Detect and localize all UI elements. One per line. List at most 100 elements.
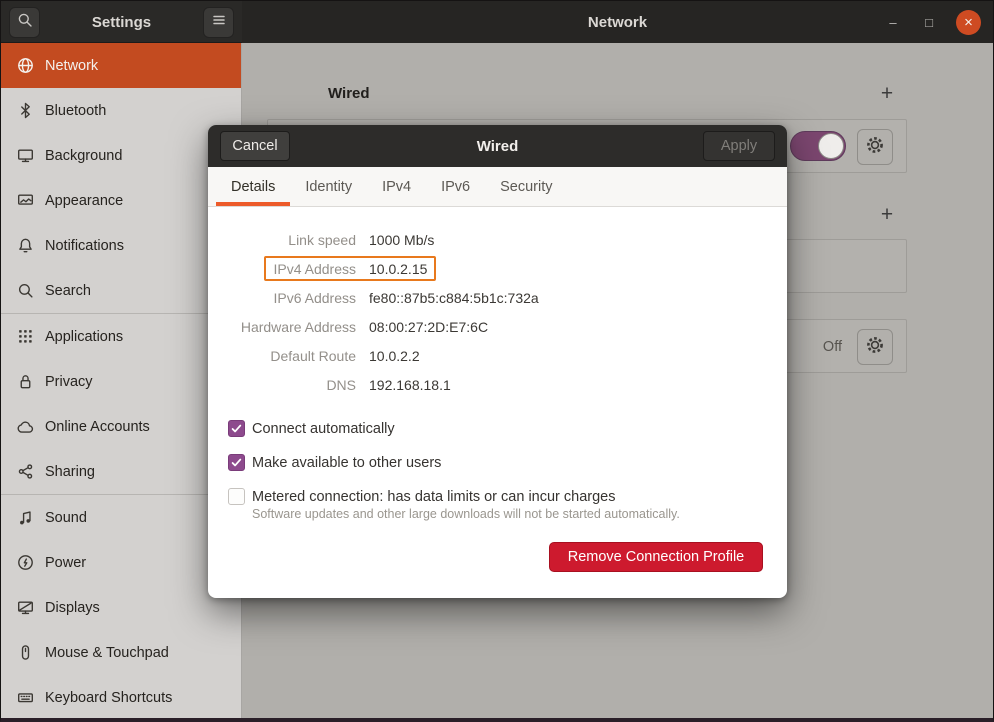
- gear-icon: [864, 134, 886, 161]
- displays-icon: [17, 599, 34, 616]
- tab-details[interactable]: Details: [216, 167, 290, 206]
- online-accounts-icon: [17, 418, 34, 435]
- detail-label: DNS: [228, 377, 356, 393]
- settings-window: Settings Network – □ × Network Bluetooth B…: [0, 0, 994, 722]
- sidebar-item-label: Mouse & Touchpad: [45, 645, 169, 661]
- sidebar-item-mouse-touchpad[interactable]: Mouse & Touchpad: [1, 630, 241, 675]
- detail-label: IPv6 Address: [228, 290, 356, 306]
- sidebar: Network Bluetooth Background Appearance Noti…: [1, 43, 242, 718]
- checkbox-row-connect-automatically[interactable]: Connect automatically: [228, 418, 767, 440]
- add-vpn-icon[interactable]: +: [876, 204, 898, 226]
- sidebar-item-privacy[interactable]: Privacy: [1, 359, 241, 404]
- checkbox-unchecked-icon[interactable]: [228, 488, 245, 505]
- sidebar-item-label: Applications: [45, 329, 123, 345]
- maximize-button[interactable]: □: [920, 15, 938, 30]
- sidebar-item-keyboard-shortcuts[interactable]: Keyboard Shortcuts: [1, 675, 241, 718]
- checkbox-checked-icon[interactable]: [228, 454, 245, 471]
- sidebar-item-applications[interactable]: Applications: [1, 314, 241, 359]
- sidebar-item-background[interactable]: Background: [1, 133, 241, 178]
- checkbox-row-make-available-to-other-users[interactable]: Make available to other users: [228, 452, 767, 474]
- page-title: Network: [242, 1, 993, 43]
- sidebar-item-sharing[interactable]: Sharing: [1, 449, 241, 494]
- sidebar-item-label: Notifications: [45, 238, 124, 254]
- checkbox-row-metered-connection-has-data-li[interactable]: Metered connection: has data limits or c…: [228, 486, 767, 521]
- detail-value: fe80::87b5:c884:5b1c:732a: [369, 290, 539, 306]
- sidebar-item-appearance[interactable]: Appearance: [1, 178, 241, 223]
- hamburger-icon: [211, 12, 227, 33]
- sidebar-item-label: Network: [45, 58, 98, 74]
- sidebar-item-label: Sound: [45, 510, 87, 526]
- sidebar-item-sound[interactable]: Sound: [1, 495, 241, 540]
- dialog-headerbar: Wired Cancel Apply: [208, 125, 787, 167]
- sidebar-item-online-accounts[interactable]: Online Accounts: [1, 404, 241, 449]
- sidebar-item-label: Search: [45, 283, 91, 299]
- tab-ipv4[interactable]: IPv4: [367, 167, 426, 206]
- sharing-icon: [17, 463, 34, 480]
- proxy-settings-button[interactable]: [857, 329, 893, 365]
- detail-label: Link speed: [228, 232, 356, 248]
- toggle-knob: [818, 133, 844, 159]
- sidebar-item-label: Appearance: [45, 193, 123, 209]
- sidebar-item-label: Keyboard Shortcuts: [45, 690, 172, 706]
- gear-icon: [864, 334, 886, 361]
- sidebar-item-label: Displays: [45, 600, 100, 616]
- detail-value: 10.0.2.15: [369, 261, 427, 277]
- tab-identity[interactable]: Identity: [290, 167, 367, 206]
- minimize-button[interactable]: –: [884, 15, 902, 30]
- main-headerbar: Network – □ ×: [242, 1, 993, 43]
- sidebar-item-bluetooth[interactable]: Bluetooth: [1, 88, 241, 133]
- checkbox-text: Connect automatically: [252, 418, 395, 440]
- sidebar-item-power[interactable]: Power: [1, 540, 241, 585]
- network-icon: [17, 57, 34, 74]
- dialog-title: Wired: [208, 125, 787, 167]
- checkbox-text: Metered connection: has data limits or c…: [252, 486, 680, 521]
- checkbox-checked-icon[interactable]: [228, 420, 245, 437]
- cancel-button[interactable]: Cancel: [220, 131, 290, 161]
- detail-label: Default Route: [228, 348, 356, 364]
- wired-toggle[interactable]: [790, 131, 846, 161]
- search-icon: [17, 282, 34, 299]
- menu-button[interactable]: [203, 7, 234, 38]
- background-icon: [17, 147, 34, 164]
- detail-row-ipv4-address: IPv4 Address 10.0.2.15: [228, 254, 767, 283]
- proxy-status: Off: [823, 320, 842, 374]
- titlebar: Settings Network – □ ×: [1, 1, 993, 43]
- remove-connection-button[interactable]: Remove Connection Profile: [549, 542, 763, 572]
- close-button[interactable]: ×: [956, 10, 981, 35]
- sidebar-item-label: Online Accounts: [45, 419, 150, 435]
- sidebar-item-label: Bluetooth: [45, 103, 106, 119]
- apply-button[interactable]: Apply: [703, 131, 775, 161]
- detail-label: IPv4 Address: [228, 261, 356, 277]
- detail-value: 1000 Mb/s: [369, 232, 434, 248]
- detail-label: Hardware Address: [228, 319, 356, 335]
- privacy-icon: [17, 373, 34, 390]
- add-wired-connection-icon[interactable]: +: [876, 83, 898, 105]
- wired-section-title: Wired: [328, 85, 370, 102]
- sidebar-item-label: Background: [45, 148, 122, 164]
- tab-security[interactable]: Security: [485, 167, 567, 206]
- sidebar-item-label: Sharing: [45, 464, 95, 480]
- sidebar-item-notifications[interactable]: Notifications: [1, 223, 241, 268]
- bluetooth-icon: [17, 102, 34, 119]
- power-icon: [17, 554, 34, 571]
- sidebar-item-search[interactable]: Search: [1, 268, 241, 313]
- sidebar-item-network[interactable]: Network: [1, 43, 241, 88]
- detail-value: 10.0.2.2: [369, 348, 420, 364]
- notifications-icon: [17, 237, 34, 254]
- detail-row-hardware-address: Hardware Address08:00:27:2D:E7:6C: [228, 312, 767, 341]
- checkbox-label: Connect automatically: [252, 418, 395, 440]
- appearance-icon: [17, 192, 34, 209]
- detail-row-default-route: Default Route 10.0.2.2: [228, 341, 767, 370]
- wired-settings-button[interactable]: [857, 129, 893, 165]
- sidebar-item-displays[interactable]: Displays: [1, 585, 241, 630]
- checkbox-label: Make available to other users: [252, 452, 441, 474]
- sidebar-headerbar: Settings: [1, 1, 242, 43]
- detail-value: 192.168.18.1: [369, 377, 451, 393]
- mouse-icon: [17, 644, 34, 661]
- detail-row-link-speed: Link speed 1000 Mb/s: [228, 225, 767, 254]
- connection-options: Connect automatically Make available to o…: [228, 418, 767, 533]
- detail-row-dns: DNS 192.168.18.1: [228, 370, 767, 399]
- tab-ipv6[interactable]: IPv6: [426, 167, 485, 206]
- detail-row-ipv6-address: IPv6 Address fe80::87b5:c884:5b1c:732a: [228, 283, 767, 312]
- checkbox-sublabel: Software updates and other large downloa…: [252, 507, 680, 521]
